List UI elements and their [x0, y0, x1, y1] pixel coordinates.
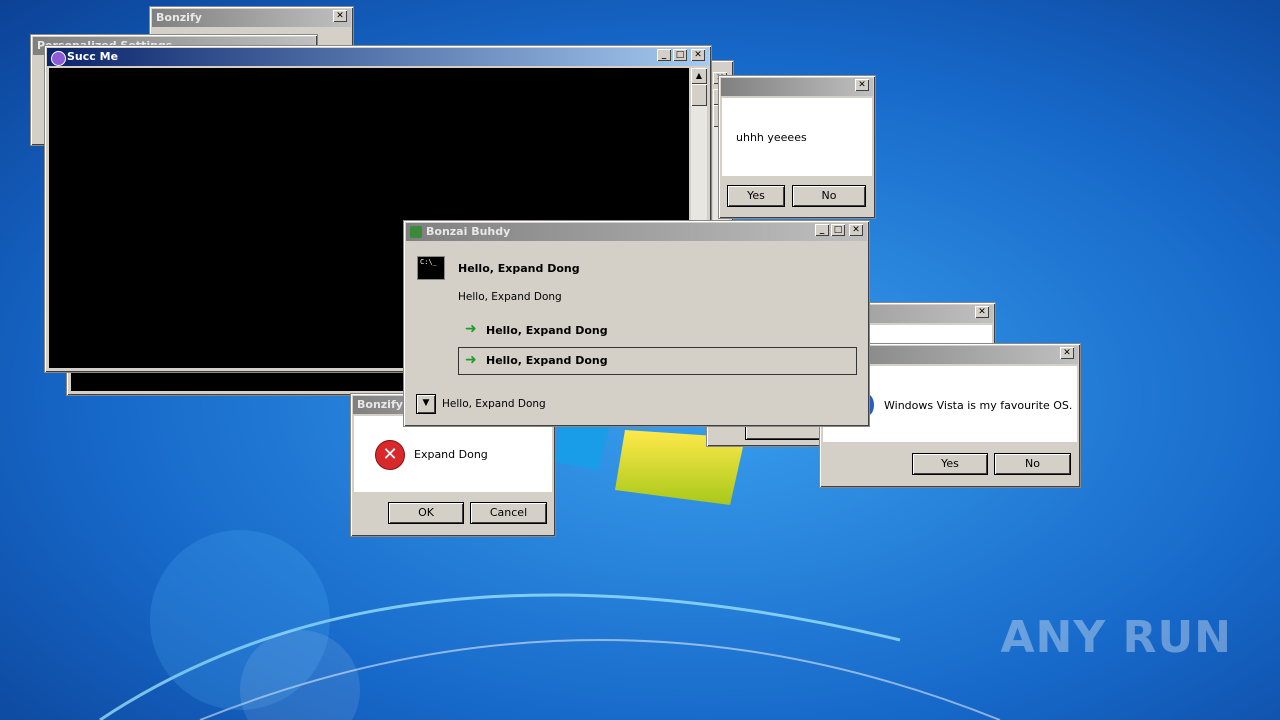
window-title: Succ Me [67, 50, 119, 63]
content-text: Hello, Expand Dong [458, 291, 562, 303]
main-instruction: Hello, Expand Dong [458, 262, 580, 275]
window-title: Bonzify [156, 11, 202, 24]
scroll-up-icon[interactable]: ▲ [691, 68, 707, 84]
close-icon[interactable]: ✕ [691, 49, 705, 61]
title-bar[interactable]: Succ Me [47, 48, 709, 66]
ok-button[interactable]: OK [388, 502, 464, 524]
anyrun-watermark: ANY RUN [1001, 612, 1233, 663]
minimize-icon[interactable]: _ [815, 224, 829, 236]
yes-button[interactable]: Yes [727, 185, 785, 207]
window-title: Bonzify [357, 398, 403, 411]
no-button[interactable]: No [994, 453, 1071, 475]
bonzai-buhdy-dialog[interactable]: Bonzai Buhdy _ □ ✕ C:\_ Hello, Expand Do… [403, 220, 870, 427]
arrow-right-icon: ➜ [465, 321, 477, 337]
app-icon [410, 226, 422, 238]
bonzi-icon [51, 51, 66, 66]
close-icon[interactable]: ✕ [1060, 347, 1074, 359]
maximize-icon[interactable]: □ [831, 224, 845, 236]
command-link-2[interactable]: ➜ Hello, Expand Dong [458, 347, 857, 375]
command-link-label: Hello, Expand Dong [486, 354, 608, 367]
chevron-down-icon: ▼ [422, 398, 430, 408]
message-text: Windows Vista is my favourite OS. [884, 399, 1073, 412]
minimize-icon[interactable]: _ [657, 49, 671, 61]
no-button[interactable]: No [792, 185, 866, 207]
window-title: Bonzai Buhdy [426, 225, 511, 238]
close-icon[interactable]: ✕ [855, 79, 869, 91]
title-bar[interactable]: Bonzai Buhdy [406, 223, 867, 241]
watermark-text: ANY RUN [1000, 612, 1232, 663]
message-text: Expand Dong [414, 448, 488, 461]
uhhh-dialog[interactable]: ✕ uhhh yeeees Yes No [718, 75, 876, 219]
error-icon: ✕ [375, 440, 405, 470]
yes-button[interactable]: Yes [912, 453, 988, 475]
command-prompt-icon: C:\_ [417, 256, 445, 280]
close-icon[interactable]: ✕ [849, 224, 863, 236]
close-icon[interactable]: ✕ [333, 10, 347, 22]
expando-button[interactable]: ▼ [416, 394, 436, 414]
maximize-icon[interactable]: □ [673, 49, 687, 61]
cancel-button[interactable]: Cancel [470, 502, 547, 524]
scroll-thumb[interactable] [691, 84, 707, 106]
expando-text: Hello, Expand Dong [442, 398, 546, 410]
message-text: uhhh yeeees [736, 131, 807, 144]
title-bar[interactable]: Bonzify [152, 9, 351, 27]
command-link-1[interactable]: ➜ Hello, Expand Dong [458, 317, 857, 343]
title-bar[interactable] [721, 78, 873, 96]
command-link-label: Hello, Expand Dong [486, 324, 608, 337]
close-icon[interactable]: ✕ [975, 306, 989, 318]
arrow-right-icon: ➜ [465, 352, 477, 368]
